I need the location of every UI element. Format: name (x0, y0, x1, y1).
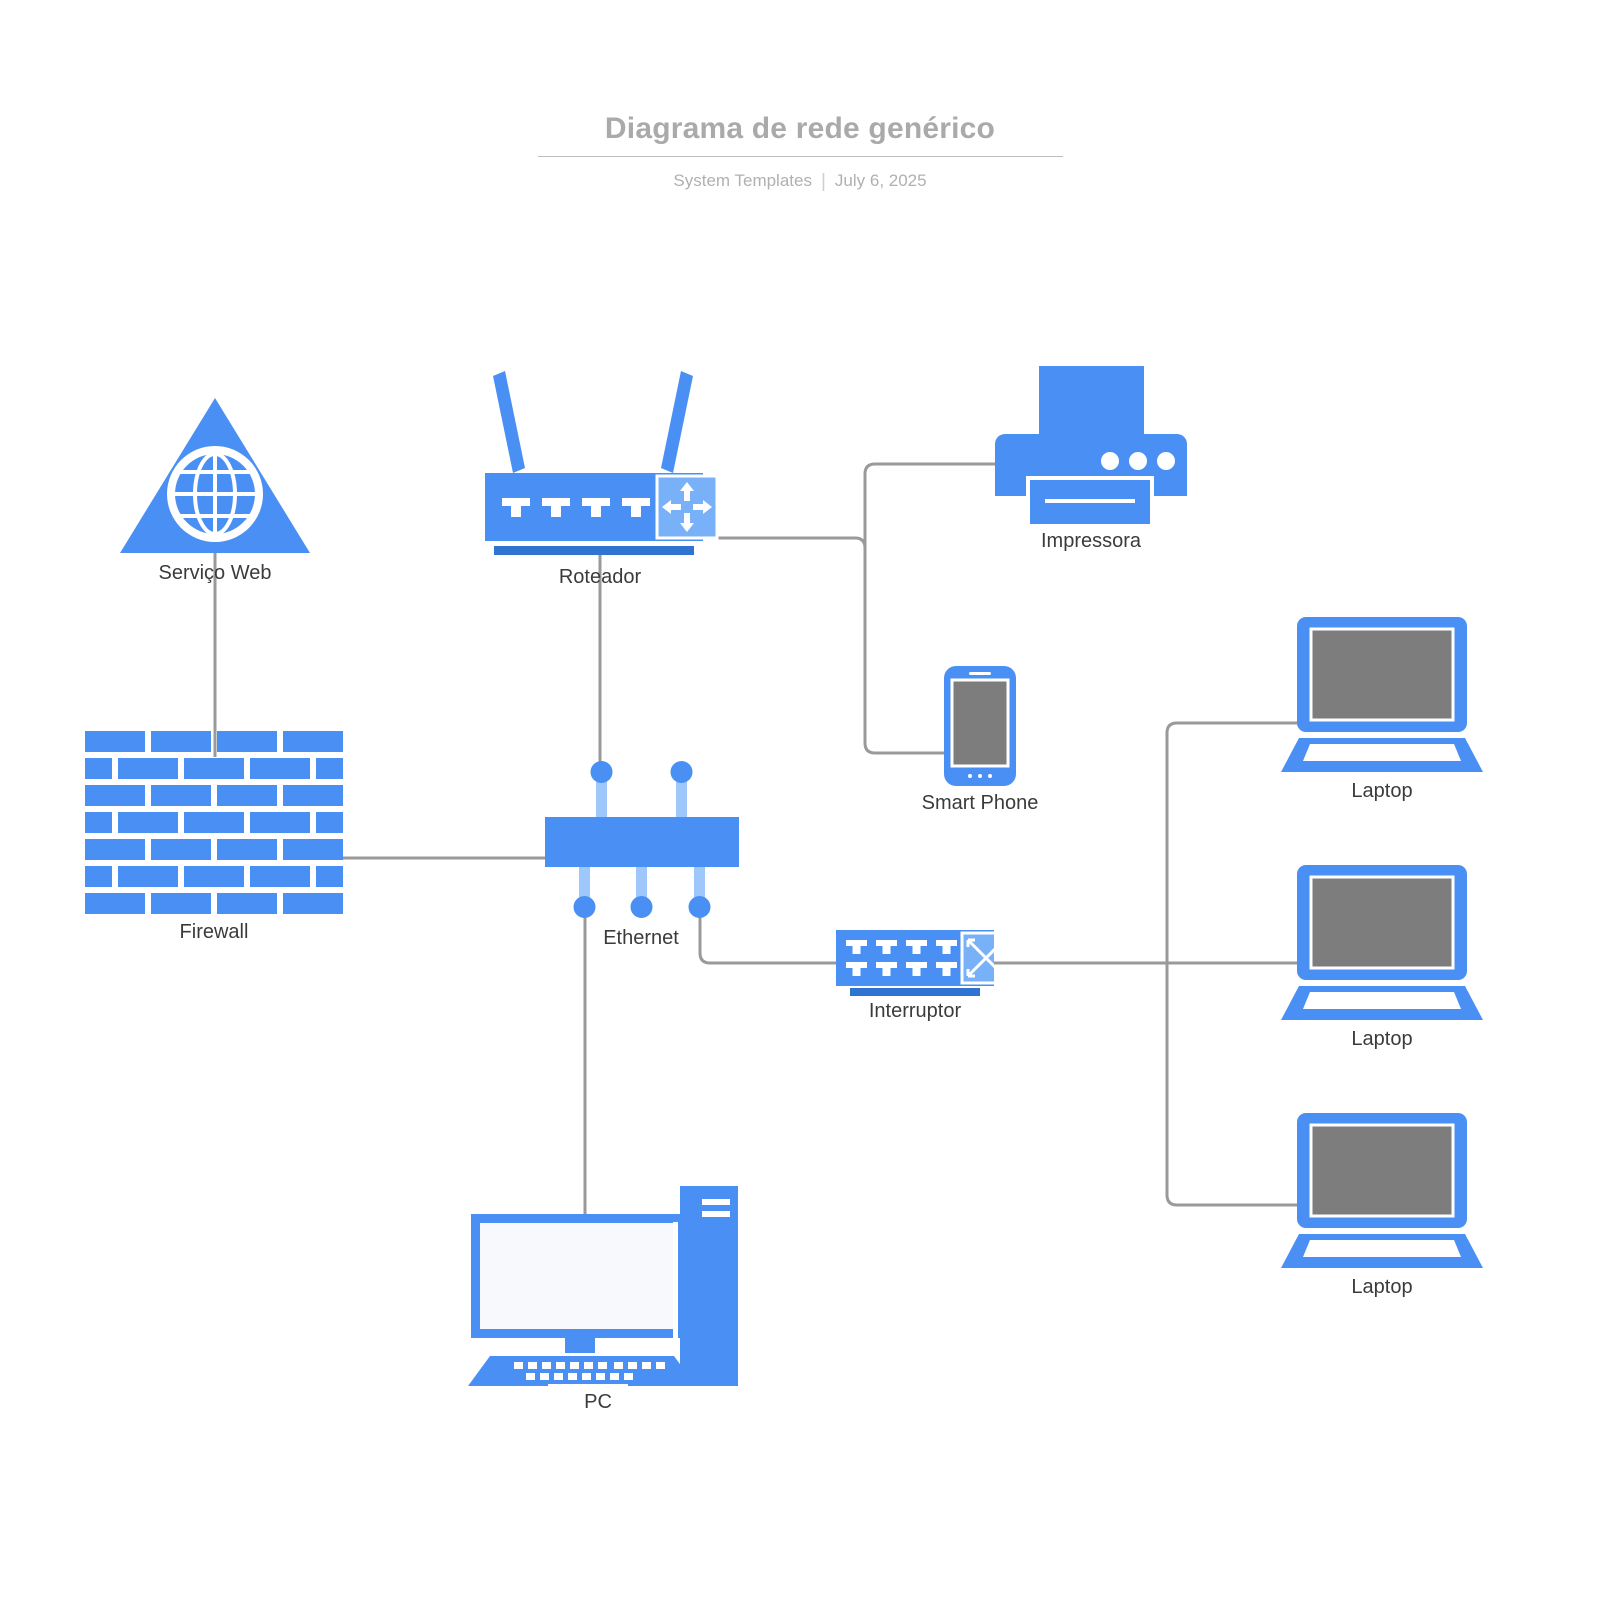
node-label-laptop-1: Laptop (1351, 780, 1413, 802)
node-pc[interactable]: PC (468, 1186, 738, 1426)
diagram-canvas: Diagrama de rede genérico System Templat… (0, 0, 1600, 1600)
node-label-laptop-3: Laptop (1351, 1276, 1413, 1298)
smartphone-icon (944, 666, 1016, 786)
switch-icon (836, 930, 1013, 996)
node-label-switch: Interruptor (868, 1000, 962, 1022)
node-router[interactable]: Roteador (480, 368, 720, 588)
node-label-laptop-2: Laptop (1351, 1028, 1413, 1050)
ethernet-icon (545, 761, 739, 918)
pc-icon (468, 1186, 738, 1390)
node-laptop-3[interactable]: Laptop (1281, 1113, 1483, 1308)
node-printer[interactable]: Impressora (995, 366, 1187, 556)
link-router-branch (706, 536, 867, 549)
node-web-service[interactable]: Serviço Web (120, 398, 310, 608)
web-service-icon (120, 398, 310, 553)
node-label-printer: Impressora (1040, 530, 1142, 552)
node-label-smart-phone: Smart Phone (921, 792, 1039, 814)
node-laptop-2[interactable]: Laptop (1281, 865, 1483, 1060)
laptop-icon (1281, 617, 1483, 772)
link-branch-printer (863, 462, 998, 553)
node-label-ethernet: Ethernet (603, 927, 679, 949)
link-junction-laptop1 (1165, 721, 1297, 963)
laptop-icon (1281, 1113, 1483, 1268)
node-label-pc: PC (584, 1391, 612, 1413)
node-firewall[interactable]: Firewall (85, 731, 343, 956)
node-label-firewall: Firewall (179, 921, 249, 943)
node-switch[interactable]: Interruptor (836, 930, 1013, 1025)
node-label-router: Roteador (558, 566, 642, 588)
link-branch-smartphone (863, 553, 944, 755)
printer-icon (995, 366, 1187, 528)
node-smart-phone[interactable]: Smart Phone (922, 666, 1038, 816)
node-laptop-1[interactable]: Laptop (1281, 617, 1483, 812)
laptop-icon (1281, 865, 1483, 1020)
link-junction-laptop3 (1165, 963, 1297, 1207)
firewall-icon (85, 731, 343, 914)
node-label-web-service: Serviço Web (158, 562, 272, 584)
node-ethernet[interactable]: Ethernet (545, 760, 739, 960)
router-icon (485, 371, 719, 555)
